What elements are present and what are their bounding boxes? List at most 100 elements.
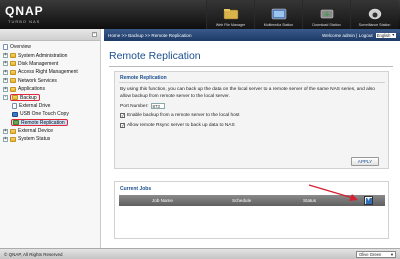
multimedia-station-button[interactable]: Multimedia Station bbox=[254, 0, 302, 29]
panel-legend: Remote Replication bbox=[120, 75, 167, 81]
breadcrumb[interactable]: Home >> Backup >> Remote Replication bbox=[108, 33, 192, 38]
sidebar-item-label: Backup bbox=[20, 94, 37, 101]
qnap-logo: QNAP bbox=[5, 4, 44, 18]
sidebar-item-external-device[interactable]: + External Device bbox=[0, 127, 100, 135]
web-file-manager-icon bbox=[222, 7, 240, 21]
sidebar-item-overview[interactable]: Overview bbox=[0, 43, 100, 51]
status-bar: © QNAP, All Rights Reserved Olive Green … bbox=[0, 248, 400, 259]
option-label: Enable backup from a remote server to th… bbox=[127, 113, 240, 118]
theme-select[interactable]: Olive Green ▼ bbox=[356, 251, 396, 258]
page-icon bbox=[3, 44, 8, 51]
theme-value: Olive Green bbox=[359, 252, 382, 257]
download-station-icon bbox=[318, 7, 336, 21]
sidebar-item-label: External Drive bbox=[19, 102, 51, 109]
language-value: English bbox=[376, 32, 391, 38]
sidebar-item-label: Network Services bbox=[18, 77, 57, 84]
sidebar: - Overview + System Administration + Dis… bbox=[0, 29, 101, 248]
station-label: Multimedia Station bbox=[263, 23, 294, 27]
top-bar: QNAP TURBO NAS Web File Manager Multimed… bbox=[0, 0, 400, 29]
sidebar-item-system-administration[interactable]: + System Administration bbox=[0, 51, 100, 59]
expand-toggle[interactable]: + bbox=[3, 69, 8, 75]
copyright-text: © QNAP, All Rights Reserved bbox=[4, 251, 63, 257]
sidebar-item-label: System Status bbox=[18, 136, 51, 143]
jobs-table-header: Job Name Schedule Status + bbox=[119, 195, 385, 206]
remote-replication-icon bbox=[13, 120, 19, 126]
sidebar-item-label: Overview bbox=[10, 44, 31, 51]
column-job-name[interactable]: Job Name bbox=[152, 198, 173, 203]
jobs-legend: Current Jobs bbox=[120, 186, 152, 192]
sidebar-item-label: System Administration bbox=[18, 52, 68, 59]
chevron-down-icon: ▼ bbox=[391, 33, 395, 37]
folder-icon bbox=[10, 136, 16, 142]
usb-icon bbox=[12, 111, 18, 117]
sidebar-item-system-status[interactable]: + System Status bbox=[0, 135, 100, 143]
sidebar-item-label: External Device bbox=[18, 128, 54, 135]
web-file-manager-button[interactable]: Web File Manager bbox=[206, 0, 254, 29]
sidebar-item-remote-replication[interactable]: Remote Replication bbox=[0, 119, 100, 127]
folder-icon bbox=[10, 69, 16, 75]
plus-icon: + bbox=[365, 196, 372, 204]
sidebar-item-label: Remote Replication bbox=[21, 119, 65, 126]
download-station-button[interactable]: Download Station bbox=[302, 0, 350, 29]
column-schedule[interactable]: Schedule bbox=[232, 198, 251, 203]
port-row: Port Number: 873 bbox=[120, 103, 165, 109]
folder-icon bbox=[10, 61, 16, 67]
sidebar-item-label: USB One Touch Copy bbox=[20, 111, 69, 118]
replication-settings-panel: Remote Replication By using this functio… bbox=[114, 71, 389, 169]
sidebar-item-applications[interactable]: + Applications bbox=[0, 85, 100, 93]
enable-backup-option[interactable]: ✓ Enable backup from a remote server to … bbox=[120, 113, 240, 118]
surveillance-station-button[interactable]: Surveillance Station bbox=[350, 0, 398, 29]
language-select[interactable]: English ▼ bbox=[375, 32, 396, 38]
expand-toggle[interactable]: + bbox=[3, 61, 8, 67]
sidebar-item-backup[interactable]: - Backup bbox=[0, 93, 100, 102]
remote-replication-highlight: Remote Replication bbox=[11, 119, 68, 127]
sidebar-item-external-drive[interactable]: External Drive bbox=[0, 102, 100, 110]
sidebar-item-label: Applications bbox=[18, 86, 45, 93]
sidebar-item-disk-management[interactable]: + Disk Management bbox=[0, 60, 100, 68]
page-title: Remote Replication bbox=[109, 50, 201, 62]
expand-toggle[interactable]: + bbox=[3, 53, 8, 59]
folder-icon bbox=[12, 95, 18, 101]
option-label: Allow remote Rsync server to back up dat… bbox=[127, 123, 235, 128]
expand-toggle[interactable]: + bbox=[3, 128, 8, 134]
description-text: By using this function, you can back up … bbox=[120, 87, 375, 100]
breadcrumb-bar: Home >> Backup >> Remote Replication Wel… bbox=[104, 29, 400, 41]
folder-icon bbox=[10, 128, 16, 134]
expand-toggle[interactable]: + bbox=[3, 78, 8, 84]
sidebar-item-label: Access Right Management bbox=[18, 69, 78, 76]
sidebar-item-usb-one-touch-copy[interactable]: USB One Touch Copy bbox=[0, 110, 100, 118]
collapse-toggle[interactable]: - bbox=[3, 95, 8, 101]
station-launcher: Web File Manager Multimedia Station Down… bbox=[206, 0, 398, 29]
sidebar-item-label: Disk Management bbox=[18, 60, 59, 67]
folder-icon bbox=[10, 53, 16, 59]
main-content: Home >> Backup >> Remote Replication Wel… bbox=[104, 29, 400, 248]
current-jobs-panel: Current Jobs Job Name Schedule Status + bbox=[114, 181, 389, 239]
folder-icon bbox=[10, 78, 16, 84]
expand-toggle[interactable]: + bbox=[3, 136, 8, 142]
folder-icon bbox=[10, 86, 16, 92]
logo-subtitle: TURBO NAS bbox=[8, 19, 41, 24]
port-number-input[interactable]: 873 bbox=[150, 103, 165, 109]
allow-rsync-option[interactable]: ✓ Allow remote Rsync server to back up d… bbox=[120, 123, 235, 128]
station-label: Web File Manager bbox=[215, 23, 246, 27]
apply-button[interactable]: APPLY bbox=[351, 157, 379, 166]
enable-backup-checkbox[interactable]: ✓ bbox=[120, 113, 125, 118]
allow-rsync-checkbox[interactable]: ✓ bbox=[120, 123, 125, 128]
chevron-down-icon: ▼ bbox=[390, 252, 394, 257]
add-job-button[interactable]: + bbox=[364, 196, 373, 205]
column-status[interactable]: Status bbox=[303, 198, 316, 203]
nav-tree: Overview + System Administration + Disk … bbox=[0, 41, 100, 144]
user-links[interactable]: Welcome admin | Logout bbox=[322, 33, 373, 38]
collapse-sidebar-button[interactable]: - bbox=[92, 32, 97, 37]
panel-divider bbox=[119, 82, 385, 83]
sidebar-item-access-right-management[interactable]: + Access Right Management bbox=[0, 68, 100, 76]
external-drive-icon bbox=[12, 102, 17, 109]
station-label: Surveillance Station bbox=[358, 23, 391, 27]
expand-toggle[interactable]: + bbox=[3, 86, 8, 92]
title-divider bbox=[109, 66, 393, 67]
user-area: Welcome admin | Logout English ▼ bbox=[322, 29, 396, 41]
backup-highlight: Backup bbox=[10, 94, 40, 102]
station-label: Download Station bbox=[312, 23, 341, 27]
multimedia-station-icon bbox=[270, 7, 288, 21]
sidebar-item-network-services[interactable]: + Network Services bbox=[0, 77, 100, 85]
